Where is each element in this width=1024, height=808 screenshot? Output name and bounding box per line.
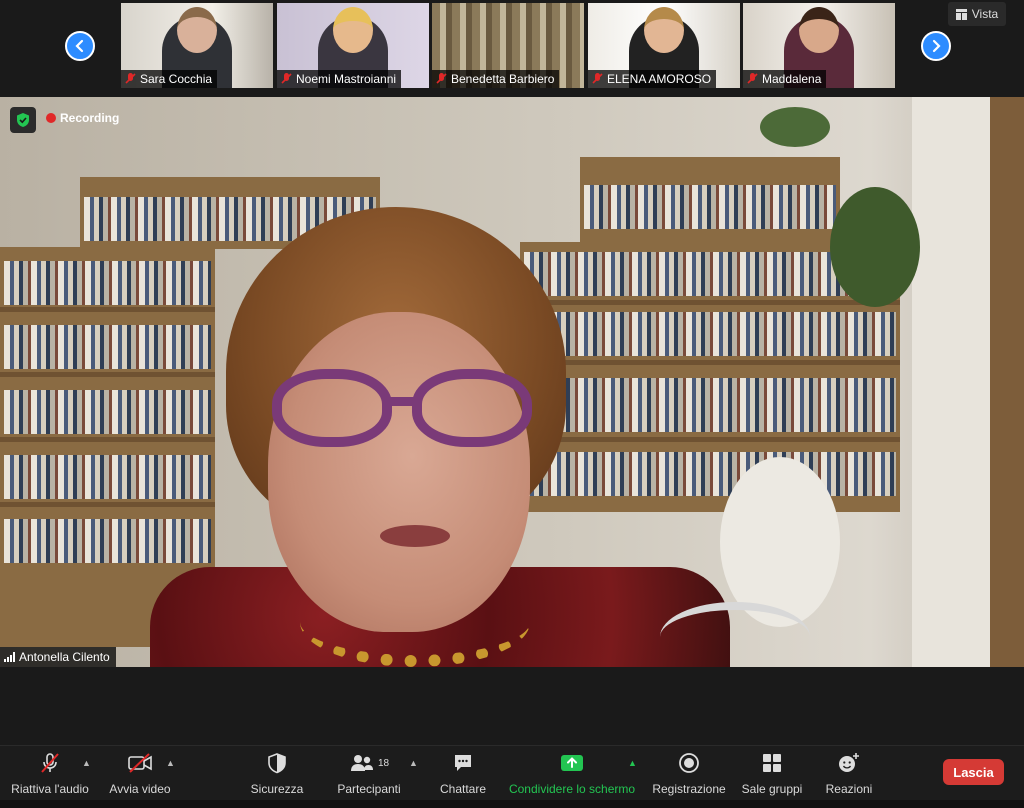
participant-tile[interactable]: Maddalena [743, 3, 895, 88]
speaker-name-tag: Antonella Cilento [0, 647, 116, 667]
participant-tile[interactable]: Noemi Mastroianni [277, 3, 429, 88]
grid-view-icon [955, 8, 967, 20]
unmute-button[interactable]: Riattiva l'audio [8, 746, 92, 801]
meeting-toolbar: Riattiva l'audio ▲ Avvia video ▲ Sicurez… [0, 745, 1024, 800]
record-button[interactable]: Registrazione [648, 746, 730, 801]
signal-strength-icon [4, 652, 15, 662]
video-options-caret-icon[interactable]: ▲ [166, 758, 175, 768]
video-off-icon [128, 753, 152, 773]
leave-meeting-button[interactable]: Lascia [943, 759, 1004, 785]
gallery-prev-button[interactable] [65, 31, 95, 61]
record-icon [679, 753, 699, 773]
participant-name-tag: Noemi Mastroianni [277, 70, 402, 88]
participants-icon [350, 755, 373, 771]
chevron-right-icon [932, 39, 941, 53]
breakout-rooms-icon [763, 754, 781, 772]
participant-name-tag: Sara Cocchia [121, 70, 218, 88]
chat-bubble-icon [455, 755, 471, 771]
participant-tile[interactable]: Benedetta Barbiero [432, 3, 584, 88]
mic-muted-icon [747, 73, 758, 85]
participant-name-tag: ELENA AMOROSO [588, 70, 717, 88]
participant-tile[interactable]: Sara Cocchia [121, 3, 273, 88]
chevron-left-icon [75, 39, 84, 53]
share-options-caret-icon[interactable]: ▲ [628, 758, 637, 768]
share-screen-icon [561, 755, 583, 771]
participant-tile[interactable]: ELENA AMOROSO [588, 3, 740, 88]
mic-muted-icon [592, 73, 603, 85]
encryption-badge[interactable] [10, 107, 36, 133]
record-dot-icon [46, 113, 56, 123]
share-screen-button[interactable]: Condividere lo schermo [504, 746, 640, 801]
chat-button[interactable]: Chattare [432, 746, 494, 801]
mic-muted-icon [125, 73, 136, 85]
participants-button[interactable]: 18 Partecipanti [330, 746, 408, 801]
security-button[interactable]: Sicurezza [244, 746, 310, 801]
participant-name-tag: Maddalena [743, 70, 827, 88]
audio-options-caret-icon[interactable]: ▲ [82, 758, 91, 768]
smiley-plus-icon [839, 753, 859, 772]
participants-options-caret-icon[interactable]: ▲ [409, 758, 418, 768]
shield-icon [268, 753, 286, 774]
active-speaker-video[interactable]: Recording Antonella Cilento [0, 97, 1024, 667]
participant-name-tag: Benedetta Barbiero [432, 70, 560, 88]
gallery-next-button[interactable] [921, 31, 951, 61]
reactions-button[interactable]: Reazioni [820, 746, 878, 801]
mic-muted-icon [41, 753, 59, 773]
mic-muted-icon [281, 73, 292, 85]
view-button[interactable]: Vista [948, 2, 1006, 26]
start-video-button[interactable]: Avvia video [104, 746, 176, 801]
mic-muted-icon [436, 73, 447, 85]
breakout-rooms-button[interactable]: Sale gruppi [738, 746, 806, 801]
recording-indicator[interactable]: Recording [46, 111, 119, 125]
gallery-strip: Sara Cocchia Noemi Mastroianni Benedetta… [0, 0, 1024, 96]
shield-check-icon [17, 113, 29, 127]
